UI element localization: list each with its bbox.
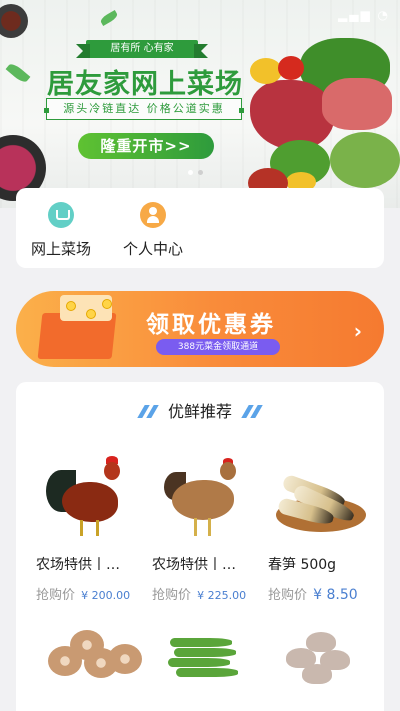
product-card[interactable] — [36, 626, 150, 711]
rooster-image-part — [96, 520, 99, 536]
pepper-image — [250, 58, 282, 84]
rooster-image-part — [80, 520, 83, 536]
rooster-image-part — [104, 462, 120, 480]
status-bar: ▂▄▆ ◔ — [0, 0, 400, 30]
nav-item-online-market[interactable]: 网上菜场 — [16, 202, 106, 259]
mushroom-image-part — [302, 664, 332, 684]
coin-decoration — [66, 301, 76, 311]
hen-image-part — [194, 518, 197, 536]
bamboo-shoot-image — [272, 454, 372, 540]
pepper-image — [278, 56, 304, 80]
nav-item-label: 个人中心 — [122, 240, 183, 258]
section-title: 优鲜推荐 — [16, 398, 384, 422]
lotus-root-image — [40, 626, 142, 711]
coupon-banner[interactable]: 领取优惠券 388元菜金领取通道 › — [16, 291, 384, 367]
mushroom-image-part — [306, 632, 336, 652]
product-name: 春笋 500g — [268, 557, 337, 573]
quick-nav-card: 网上菜场 个人中心 — [16, 188, 384, 268]
price-label: 抢购价 — [36, 588, 76, 603]
grand-opening-button[interactable]: 隆重开市>> — [78, 133, 214, 159]
price-label: 抢购价 — [152, 588, 192, 603]
price-row: 抢购价 ¥ 8.50 — [268, 584, 382, 603]
product-price: ¥ 200.00 — [81, 589, 131, 602]
section-title-text: 优鲜推荐 — [167, 402, 232, 421]
product-card[interactable]: 农场特供丨… 抢购价 ¥ 200.00 — [36, 454, 150, 603]
okra-image — [156, 626, 256, 711]
okra-image-part — [174, 648, 236, 657]
coupon-subtitle: 388元菜金领取通道 — [156, 339, 280, 355]
carousel-dot[interactable] — [188, 170, 193, 175]
product-card[interactable]: 农场特供丨… 抢购价 ¥ 225.00 — [152, 454, 266, 603]
carousel-dot[interactable] — [198, 170, 203, 175]
product-card[interactable] — [268, 626, 382, 711]
okra-image-part — [170, 638, 232, 647]
coin-decoration — [86, 309, 96, 319]
banner-ribbon: 居有所 心有家 — [76, 40, 208, 58]
carousel-indicator[interactable] — [188, 170, 203, 175]
cabbage-image — [330, 132, 400, 188]
hen-image-part — [220, 462, 236, 480]
rooster-image-part — [62, 482, 118, 522]
coin-decoration — [102, 299, 112, 309]
hero-banner[interactable]: ▂▄▆ ◔ 居有所 心有家 居友家网上菜场 源头冷链直达 价格公道实惠 隆重开市… — [0, 0, 400, 208]
product-price: ¥ 225.00 — [197, 589, 247, 602]
product-card[interactable] — [152, 626, 266, 711]
meat-image — [322, 78, 392, 130]
product-price: ¥ 8.50 — [313, 587, 358, 603]
hen-image-part — [172, 480, 234, 520]
rooster-image — [40, 454, 140, 540]
recommend-section: 优鲜推荐 农场特供丨… 抢购价 ¥ 200.00 农场特供丨… 抢购价 ¥ 22… — [16, 382, 384, 711]
chevron-right-icon: › — [353, 319, 362, 343]
nav-item-personal-center[interactable]: 个人中心 — [108, 202, 198, 259]
mushroom-image — [272, 626, 372, 711]
product-name: 农场特供丨… — [152, 557, 236, 573]
price-label: 抢购价 — [268, 588, 308, 603]
price-row: 抢购价 ¥ 225.00 — [152, 584, 266, 603]
okra-image-part — [176, 668, 238, 677]
banner-subtitle: 源头冷链直达 价格公道实惠 — [44, 98, 244, 120]
nav-item-label: 网上菜场 — [30, 240, 91, 258]
lotus-root-image-part — [108, 644, 142, 674]
lotus-root-image-part — [48, 646, 82, 676]
banner-title: 居友家网上菜场 — [47, 69, 243, 100]
okra-image-part — [168, 658, 230, 667]
coupon-title: 领取优惠券 — [146, 312, 276, 338]
market-icon — [48, 202, 74, 228]
user-icon — [140, 202, 166, 228]
hen-image-part — [208, 518, 211, 536]
hen-image — [156, 454, 256, 540]
price-row: 抢购价 ¥ 200.00 — [36, 584, 150, 603]
product-card[interactable]: 春笋 500g 抢购价 ¥ 8.50 — [268, 454, 382, 603]
product-name: 农场特供丨… — [36, 557, 120, 573]
status-icons: ▂▄▆ ◔ — [338, 8, 390, 22]
